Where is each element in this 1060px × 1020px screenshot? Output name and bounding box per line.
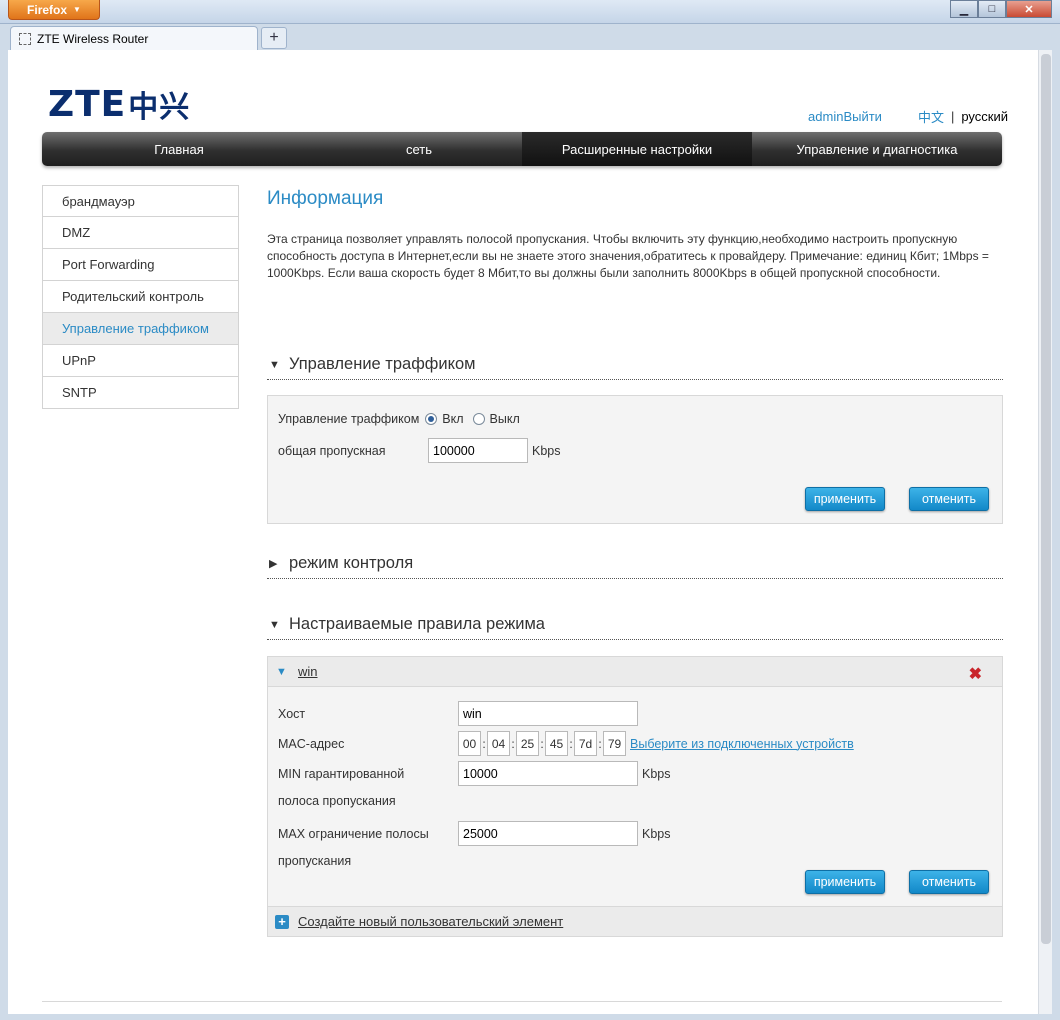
language-separator: | bbox=[950, 109, 955, 124]
language-chinese-link[interactable]: 中文 bbox=[918, 107, 944, 126]
min-row: MIN гарантированной 10000 Kbps bbox=[278, 761, 671, 786]
mac-octet-4[interactable]: 45 bbox=[545, 731, 568, 756]
logout-link[interactable]: adminВыйти bbox=[808, 109, 882, 124]
traffic-apply-button[interactable]: применить bbox=[805, 487, 885, 511]
collapsed-triangle-icon: ▶ bbox=[269, 558, 278, 570]
mac-octet-2[interactable]: 04 bbox=[487, 731, 510, 756]
mac-row: MAC-адрес 00 : 04 : 25 : 45 : 7d : 79 Вы… bbox=[278, 731, 854, 756]
expanded-triangle-icon: ▼ bbox=[269, 618, 280, 631]
min-unit: Kbps bbox=[642, 766, 671, 781]
page-title: Информация bbox=[267, 188, 384, 209]
max-row: MAX ограничение полосы 25000 Kbps bbox=[278, 821, 671, 846]
mac-octet-1[interactable]: 00 bbox=[458, 731, 481, 756]
sidebar-item-sntp[interactable]: SNTP bbox=[42, 377, 239, 409]
zte-logo: ZTE 中兴 bbox=[48, 82, 190, 126]
traffic-cancel-button[interactable]: отменить bbox=[909, 487, 989, 511]
logo-latin: ZTE bbox=[48, 83, 127, 125]
rule-apply-button[interactable]: применить bbox=[805, 870, 885, 894]
traffic-on-label: Вкл bbox=[442, 412, 464, 426]
vertical-scrollbar[interactable] bbox=[1038, 50, 1052, 1014]
sidebar-item-firewall[interactable]: брандмауэр bbox=[42, 185, 239, 217]
delete-rule-icon[interactable]: ✖ bbox=[969, 664, 982, 684]
max-label-line2: пропускания bbox=[278, 854, 352, 868]
sidebar-item-traffic-control[interactable]: Управление траффиком bbox=[42, 313, 239, 345]
tab-strip: ZTE Wireless Router + bbox=[0, 24, 1060, 50]
page-bottom-divider bbox=[42, 1001, 1002, 1002]
mac-label: MAC-адрес bbox=[278, 736, 345, 751]
sidebar-item-dmz[interactable]: DMZ bbox=[42, 217, 239, 249]
max-label-line1: MAX ограничение полосы bbox=[278, 826, 429, 841]
max-label-cont-row: пропускания bbox=[278, 854, 351, 868]
rule-header: ▼ win ✖ bbox=[268, 657, 1002, 687]
rule-name-link[interactable]: win bbox=[298, 664, 318, 679]
scrollbar-thumb[interactable] bbox=[1041, 54, 1051, 944]
main-nav: Главная сеть Расширенные настройки Управ… bbox=[42, 132, 1002, 166]
rule-expand-icon[interactable]: ▼ bbox=[276, 666, 298, 678]
add-icon[interactable]: + bbox=[275, 914, 289, 929]
max-bandwidth-input[interactable]: 25000 bbox=[458, 821, 638, 846]
nav-home[interactable]: Главная bbox=[42, 132, 316, 166]
select-connected-devices-link[interactable]: Выберите из подключенных устройств bbox=[630, 737, 854, 751]
browser-tab[interactable]: ZTE Wireless Router bbox=[10, 26, 258, 50]
traffic-on-radio[interactable] bbox=[425, 413, 438, 425]
control-mode-section-title: режим контроля bbox=[289, 554, 414, 572]
info-text: Эта страница позволяет управлять полосой… bbox=[267, 232, 989, 280]
mac-octet-3[interactable]: 25 bbox=[516, 731, 539, 756]
traffic-off-radio[interactable] bbox=[472, 413, 485, 425]
nav-network[interactable]: сеть bbox=[316, 132, 522, 166]
min-label-line1: MIN гарантированной bbox=[278, 766, 405, 781]
bandwidth-unit: Kbps bbox=[532, 443, 561, 458]
mac-octet-6[interactable]: 79 bbox=[603, 731, 626, 756]
sidebar-item-upnp[interactable]: UPnP bbox=[42, 345, 239, 377]
nav-advanced-settings[interactable]: Расширенные настройки bbox=[522, 132, 752, 166]
custom-rules-section-header[interactable]: ▼ Настраиваемые правила режима bbox=[267, 610, 1003, 640]
close-window-icon[interactable]: ✕ bbox=[1006, 0, 1052, 18]
rule-cancel-button[interactable]: отменить bbox=[909, 870, 989, 894]
info-block: Информация Эта страница позволяет управл… bbox=[267, 185, 1003, 282]
sidebar: брандмауэр DMZ Port Forwarding Родительс… bbox=[42, 185, 239, 409]
custom-rule-panel: ▼ win ✖ Хост win MAC-адрес 00 : 04 : 25 … bbox=[267, 656, 1003, 937]
window-titlebar: Firefox ▼ ▁ □ ✕ bbox=[0, 0, 1060, 24]
min-label-line2: полоса пропускания bbox=[278, 794, 396, 808]
plus-icon: + bbox=[269, 29, 279, 46]
traffic-off-label: Выкл bbox=[489, 412, 520, 426]
page-viewport: ZTE 中兴 adminВыйти 中文 | русский Главная с… bbox=[8, 50, 1038, 1014]
min-bandwidth-input[interactable]: 10000 bbox=[458, 761, 638, 786]
nav-management-diagnostics[interactable]: Управление и диагностика bbox=[752, 132, 1002, 166]
traffic-panel: Управление траффиком Вкл Выкл общая проп… bbox=[267, 395, 1003, 524]
header-links: adminВыйти 中文 | русский bbox=[808, 107, 1008, 126]
sidebar-item-parental-control[interactable]: Родительский контроль bbox=[42, 281, 239, 313]
dropdown-caret-icon: ▼ bbox=[73, 5, 81, 14]
bandwidth-row: общая пропускная 100000 Kbps bbox=[278, 438, 561, 463]
window-controls: ▁ □ ✕ bbox=[950, 0, 1052, 18]
create-new-rule-link[interactable]: Создайте новый пользовательский элемент bbox=[298, 914, 563, 929]
mac-octet-5[interactable]: 7d bbox=[574, 731, 597, 756]
logo-chinese: 中兴 bbox=[128, 90, 191, 125]
traffic-section-title: Управление траффиком bbox=[289, 355, 476, 373]
custom-rules-section-title: Настраиваемые правила режима bbox=[289, 615, 545, 633]
host-row: Хост win bbox=[278, 701, 638, 726]
language-russian-link[interactable]: русский bbox=[961, 109, 1008, 124]
control-mode-section-header[interactable]: ▶ режим контроля bbox=[267, 549, 1003, 579]
maximize-icon[interactable]: □ bbox=[978, 0, 1006, 18]
max-unit: Kbps bbox=[642, 826, 671, 841]
firefox-menu-label: Firefox bbox=[27, 2, 68, 17]
traffic-section-header[interactable]: ▼ Управление траффиком bbox=[267, 350, 1003, 380]
new-tab-button[interactable]: + bbox=[261, 27, 287, 49]
traffic-control-label: Управление траффиком bbox=[278, 412, 420, 426]
minimize-icon[interactable]: ▁ bbox=[950, 0, 978, 18]
expanded-triangle-icon: ▼ bbox=[269, 358, 280, 371]
min-label-cont-row: полоса пропускания bbox=[278, 794, 396, 808]
favicon-icon bbox=[19, 32, 31, 45]
firefox-menu-button[interactable]: Firefox ▼ bbox=[8, 0, 100, 20]
host-label: Хост bbox=[278, 706, 306, 721]
host-input[interactable]: win bbox=[458, 701, 638, 726]
add-rule-footer: + Создайте новый пользовательский элемен… bbox=[268, 906, 1002, 936]
bandwidth-label: общая пропускная bbox=[278, 443, 386, 458]
bandwidth-input[interactable]: 100000 bbox=[428, 438, 528, 463]
sidebar-item-port-forwarding[interactable]: Port Forwarding bbox=[42, 249, 239, 281]
tab-title: ZTE Wireless Router bbox=[37, 31, 149, 46]
traffic-toggle-row: Управление траффиком Вкл Выкл bbox=[278, 412, 520, 426]
